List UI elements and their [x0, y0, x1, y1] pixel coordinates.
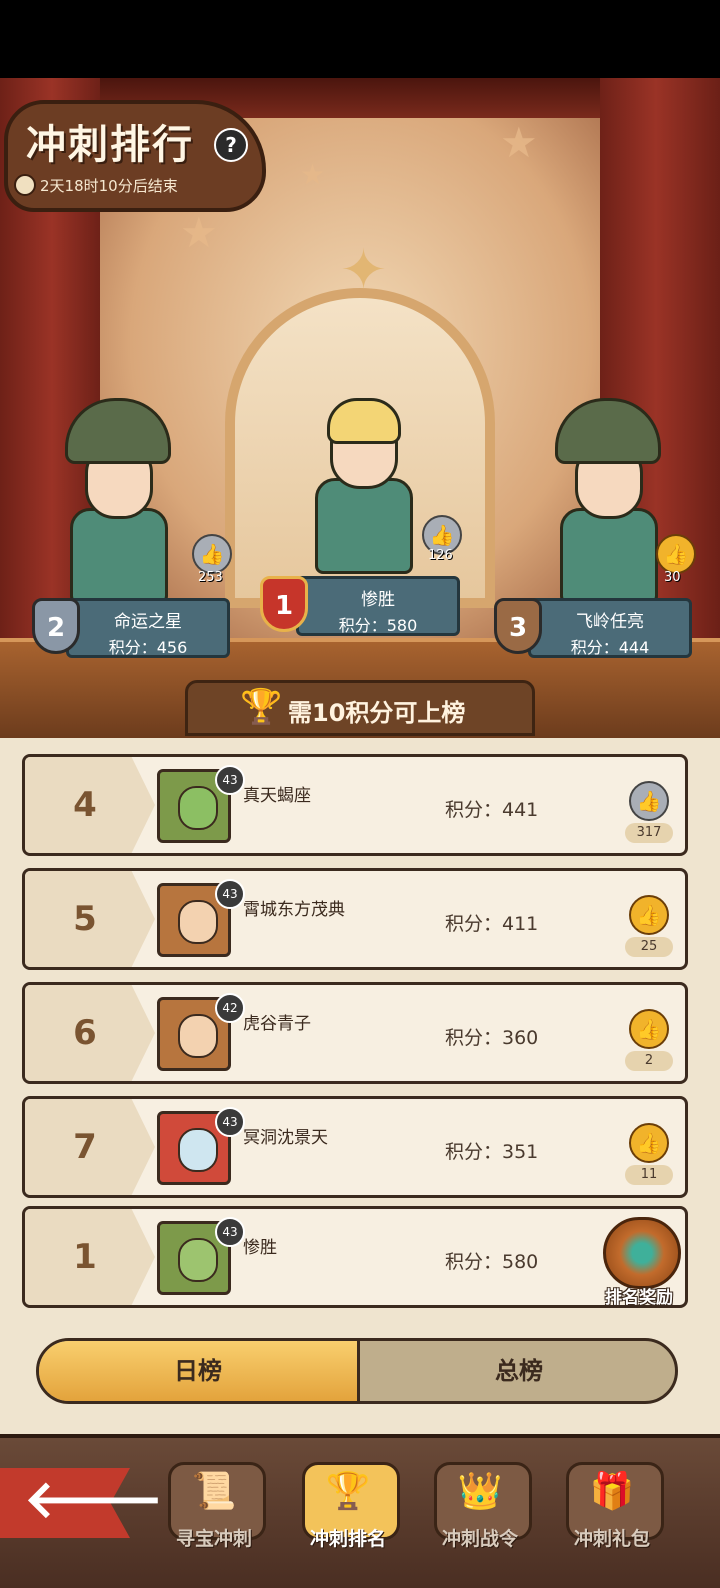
tab-total[interactable]: 总榜	[360, 1341, 675, 1401]
crown-icon: 👑	[457, 1471, 503, 1512]
rank-2-shield-icon: 2	[32, 598, 80, 654]
level-badge: 43	[215, 1217, 245, 1247]
rank-number: 1	[73, 1237, 97, 1277]
player-name: 命运之星	[114, 612, 182, 632]
status-bar	[0, 0, 720, 78]
star-decoration-icon: ★	[180, 208, 218, 257]
nav-item-sprint-gift[interactable]: 🎁 冲刺礼包	[560, 1458, 664, 1568]
like-count: 317	[625, 823, 673, 843]
like-count: 2	[625, 1051, 673, 1071]
player-score: 积分：580	[338, 616, 418, 635]
trophy-icon: 🏆	[325, 1471, 371, 1512]
character-body	[70, 508, 168, 604]
thumbs-up-icon[interactable]: 👍	[629, 1009, 669, 1049]
podium-plate-rank-2[interactable]: 命运之星 积分：456	[66, 598, 230, 658]
thumbs-up-icon[interactable]: 👍	[629, 1123, 669, 1163]
podium-character-3[interactable]	[530, 398, 680, 604]
player-name: 惨胜	[243, 1238, 277, 1258]
podium-character-1[interactable]	[285, 368, 435, 574]
rank-number: 4	[73, 785, 97, 825]
player-name: 冥洞沈景天	[243, 1128, 328, 1148]
level-badge: 42	[215, 993, 245, 1023]
ranking-row[interactable]: 7 43 冥洞沈景天 积分：351 👍 11	[22, 1096, 688, 1198]
player-score: 积分：444	[570, 638, 650, 657]
podium-plate-rank-1[interactable]: 惨胜 积分：580	[296, 576, 460, 636]
level-badge: 43	[215, 1107, 245, 1137]
nav-item-sprint-ranking[interactable]: 🏆 冲刺排名	[296, 1458, 400, 1568]
like-count: 253	[198, 570, 223, 585]
player-score: 积分：411	[445, 913, 539, 935]
like-count: 126	[428, 548, 453, 563]
player-name: 霄城东方茂典	[243, 900, 345, 920]
qualify-text: 需10积分可上榜	[288, 699, 466, 727]
character-hair	[327, 398, 401, 444]
player-score: 积分：580	[445, 1251, 539, 1273]
ranking-row[interactable]: 4 43 真天蝎座 积分：441 👍 317	[22, 754, 688, 856]
player-name: 真天蝎座	[243, 786, 311, 806]
podium-character-2[interactable]	[40, 398, 190, 604]
ranking-list[interactable]: 4 43 真天蝎座 积分：441 👍 317 5 43 霄城东方茂典 积分：41…	[0, 738, 720, 1434]
thumbs-up-icon[interactable]: 👍	[656, 534, 696, 574]
player-score: 积分：360	[445, 1027, 539, 1049]
back-arrow-icon[interactable]: 🡐	[24, 1470, 163, 1530]
level-badge: 43	[215, 879, 245, 909]
like-count: 30	[664, 570, 681, 585]
thumbs-up-icon[interactable]: 👍	[629, 895, 669, 935]
scroll-map-icon: 📜	[191, 1471, 237, 1512]
bottom-nav: 🡐 📜 寻宝冲刺 🏆 冲刺排名 👑 冲刺战令 🎁 冲刺礼包	[0, 1434, 720, 1588]
rank-number: 6	[73, 1013, 97, 1053]
character-body	[560, 508, 658, 604]
rank-number: 7	[73, 1127, 97, 1167]
rank-reward-button[interactable]: 排名奖励	[593, 1217, 685, 1308]
star-decoration-icon: ★	[300, 158, 326, 191]
rank-reward-label: 排名奖励	[605, 1288, 673, 1308]
level-badge: 43	[215, 765, 245, 795]
nav-item-treasure-sprint[interactable]: 📜 寻宝冲刺	[162, 1458, 266, 1568]
leaderboard-tabs: 日榜 总榜	[36, 1338, 678, 1404]
my-ranking-row[interactable]: 1 43 惨胜 积分：580 排名奖励	[22, 1206, 688, 1308]
character-hat	[555, 398, 661, 464]
rank-3-shield-icon: 3	[494, 598, 542, 654]
treasure-chest-icon	[603, 1217, 681, 1289]
nav-item-sprint-pass[interactable]: 👑 冲刺战令	[428, 1458, 532, 1568]
like-count: 25	[625, 937, 673, 957]
arch-star-icon: ✦	[340, 238, 387, 303]
player-name: 惨胜	[361, 590, 395, 610]
qualify-banner: 🏆 需10积分可上榜	[185, 680, 535, 736]
player-score: 积分：456	[108, 638, 188, 657]
like-count: 11	[625, 1165, 673, 1185]
thumbs-up-icon[interactable]: 👍	[629, 781, 669, 821]
podium-plate-rank-3[interactable]: 飞岭任亮 积分：444	[528, 598, 692, 658]
character-body	[315, 478, 413, 574]
rank-1-crown-shield-icon: 1	[260, 576, 308, 632]
clock-icon	[14, 174, 36, 196]
countdown-text: 2天18时10分后结束	[40, 177, 178, 195]
player-name: 飞岭任亮	[576, 612, 644, 632]
page-title: 冲刺排行	[26, 122, 194, 168]
ranking-row[interactable]: 5 43 霄城东方茂典 积分：411 👍 25	[22, 868, 688, 970]
player-score: 积分：351	[445, 1141, 539, 1163]
player-score: 积分：441	[445, 799, 539, 821]
nav-item-label: 冲刺礼包	[573, 1528, 650, 1550]
trophy-icon: 🏆	[240, 687, 283, 727]
nav-item-label: 冲刺战令	[441, 1528, 518, 1550]
nav-item-label: 寻宝冲刺	[175, 1528, 252, 1550]
character-hat	[65, 398, 171, 464]
rank-number: 5	[73, 899, 97, 939]
thumbs-up-icon[interactable]: 👍	[192, 534, 232, 574]
gift-chest-icon: 🎁	[589, 1471, 635, 1512]
star-decoration-icon: ★	[500, 118, 538, 167]
nav-item-label: 冲刺排名	[309, 1528, 386, 1550]
tab-daily[interactable]: 日榜	[39, 1341, 360, 1401]
ranking-row[interactable]: 6 42 虎谷青子 积分：360 👍 2	[22, 982, 688, 1084]
question-mark-icon[interactable]: ?	[214, 128, 248, 162]
player-name: 虎谷青子	[243, 1014, 311, 1034]
